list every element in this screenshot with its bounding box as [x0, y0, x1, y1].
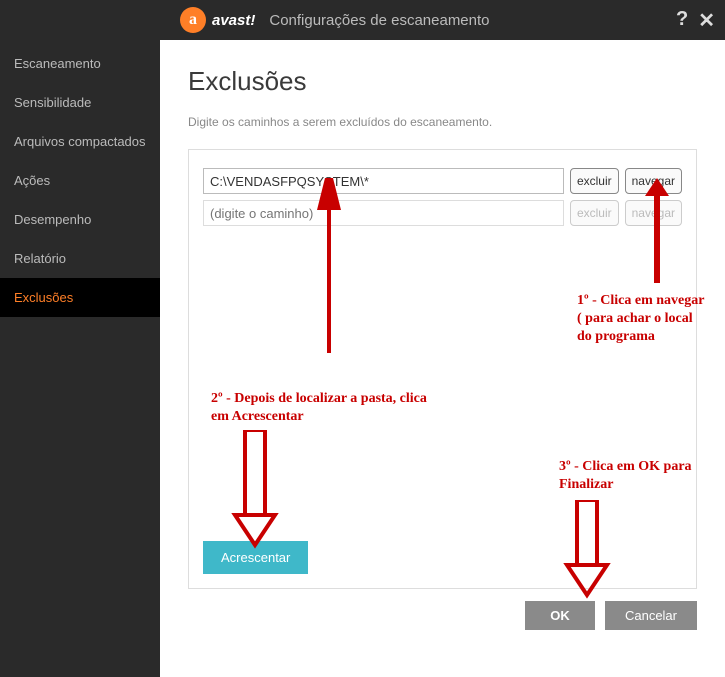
close-icon[interactable]: ✕ — [698, 8, 715, 33]
dialog-footer: OK Cancelar — [188, 589, 697, 630]
annotation-text-2: 2º - Depois de localizar a pasta, clica … — [211, 390, 441, 426]
delete-button[interactable]: excluir — [570, 168, 619, 194]
title-bar: a avast! Configurações de escaneamento ?… — [0, 0, 725, 40]
window-title: Configurações de escaneamento — [269, 12, 489, 29]
sidebar-item-relatorio[interactable]: Relatório — [0, 239, 160, 278]
cancel-button[interactable]: Cancelar — [605, 601, 697, 630]
table-row: excluir navegar — [203, 168, 682, 194]
sidebar-item-arquivos-compactados[interactable]: Arquivos compactados — [0, 122, 160, 161]
brand-logo: a avast! — [180, 7, 255, 33]
annotation-text-3: 3º - Clica em OK para Finalizar — [559, 458, 709, 494]
sidebar-item-desempenho[interactable]: Desempenho — [0, 200, 160, 239]
annotation-text-1: 1º - Clica em navegar ( para achar o loc… — [577, 292, 707, 347]
browse-button-disabled: navegar — [625, 200, 682, 226]
annotation-arrow-navegar — [637, 178, 677, 288]
brand-text: avast! — [212, 12, 255, 29]
sidebar-item-acoes[interactable]: Ações — [0, 161, 160, 200]
browse-button[interactable]: navegar — [625, 168, 682, 194]
path-input[interactable] — [203, 168, 564, 194]
help-icon[interactable]: ? — [676, 8, 688, 33]
ok-button[interactable]: OK — [525, 601, 595, 630]
sidebar-item-escaneamento[interactable]: Escaneamento — [0, 44, 160, 83]
avast-icon: a — [180, 7, 206, 33]
table-row: excluir navegar — [203, 200, 682, 226]
page-description: Digite os caminhos a serem excluídos do … — [188, 115, 697, 129]
exclusions-panel: excluir navegar excluir navegar Acrescen… — [188, 149, 697, 589]
add-button[interactable]: Acrescentar — [203, 541, 308, 574]
sidebar-item-sensibilidade[interactable]: Sensibilidade — [0, 83, 160, 122]
content-area: Exclusões Digite os caminhos a serem exc… — [160, 40, 725, 677]
sidebar: Escaneamento Sensibilidade Arquivos comp… — [0, 40, 160, 677]
delete-button-disabled: excluir — [570, 200, 619, 226]
annotation-arrow-acrescentar — [225, 430, 285, 550]
page-title: Exclusões — [188, 66, 697, 97]
path-input-empty[interactable] — [203, 200, 564, 226]
annotation-arrow-ok — [557, 500, 617, 600]
sidebar-item-exclusoes[interactable]: Exclusões — [0, 278, 160, 317]
